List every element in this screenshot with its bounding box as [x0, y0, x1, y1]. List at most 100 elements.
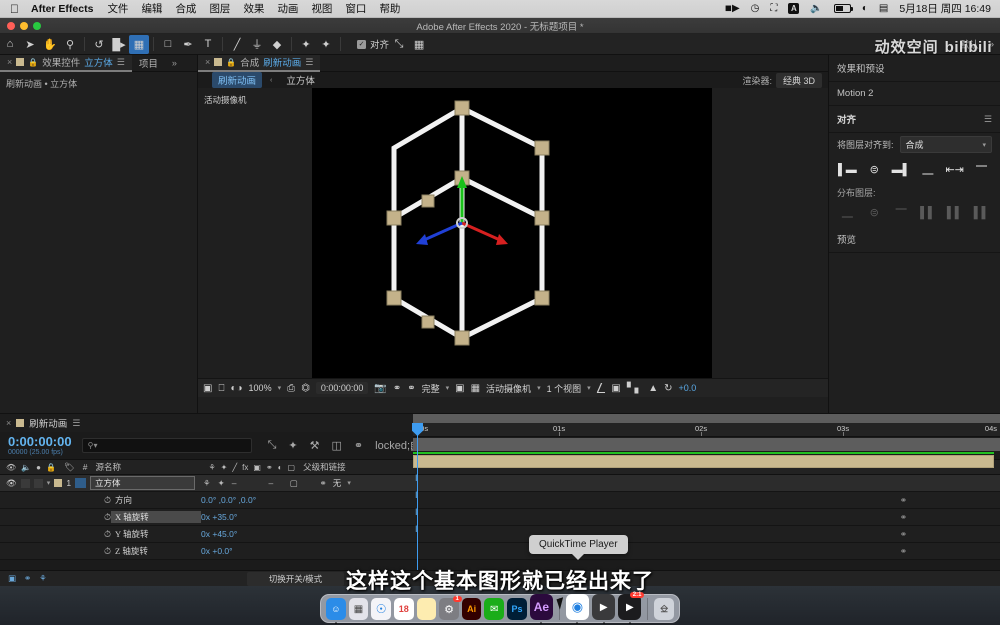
wifi-icon[interactable]: ◐ — [862, 3, 868, 14]
screen-record-icon[interactable]: ◾▶ — [725, 3, 740, 14]
rotation-tool-icon[interactable]: ↺ — [89, 35, 109, 54]
always-preview-icon[interactable]: ▣ — [203, 383, 212, 394]
dock-item-calendar[interactable]: 18 — [393, 598, 414, 620]
timeline-current-time[interactable]: 0:00:00:00 — [0, 435, 72, 448]
dock-item-trash[interactable]: ⎒ — [654, 598, 674, 620]
zoom-level-value[interactable]: 100% — [249, 383, 272, 393]
dock-item-quicktime-player[interactable]: ▶ — [592, 594, 616, 624]
fx-icon[interactable]: fx — [242, 463, 248, 472]
audio-icon[interactable]: 🔈 — [21, 463, 31, 472]
roto-brush-tool-icon[interactable]: ✦ — [296, 35, 316, 54]
panel-menu-icon[interactable]: ☰ — [984, 114, 992, 125]
chevron-down-icon-parent[interactable]: ▾ — [347, 479, 351, 487]
menu-item-composition[interactable]: 合成 — [175, 1, 196, 16]
hand-tool-icon[interactable]: ✋ — [40, 35, 60, 54]
menu-item-file[interactable]: 文件 — [107, 1, 128, 16]
close-icon[interactable]: × — [6, 418, 11, 428]
zoom-tool-icon[interactable]: ⚲ — [60, 35, 80, 54]
align-bottom-icon[interactable]: ⎻ — [969, 161, 994, 178]
property-value[interactable]: 0x +45.0° — [201, 529, 237, 539]
align-to-dropdown[interactable]: 合成 ▾ — [899, 136, 992, 153]
stopwatch-icon[interactable]: ⏱ — [104, 512, 111, 523]
shape-tool-icon[interactable]: □ — [158, 35, 178, 54]
audio-toggle[interactable] — [20, 478, 30, 488]
distribute-top-icon[interactable]: ⎽ — [835, 204, 860, 221]
battery-icon[interactable] — [833, 4, 853, 13]
lock-icon[interactable]: 🔒 — [226, 58, 236, 67]
playhead-line[interactable] — [417, 423, 418, 570]
control-center-icon[interactable]: ▤ — [879, 3, 888, 14]
motion-blur-icon[interactable]: ⚭ — [266, 463, 273, 472]
menu-item-effect[interactable]: 效果 — [243, 1, 264, 16]
timeline-tab-label[interactable]: 刷新动画 — [29, 416, 67, 430]
frame-blend-switch[interactable]: – — [269, 478, 274, 488]
layer-label-swatch[interactable] — [54, 479, 63, 487]
camera-view-value[interactable]: 活动摄像机 — [486, 382, 531, 395]
selection-tool-icon[interactable]: ➤ — [20, 35, 40, 54]
adjustment-icon[interactable]: ◐ — [278, 463, 283, 472]
chevron-down-icon-4[interactable]: ▾ — [587, 384, 591, 392]
collapse-switch[interactable]: ✦ — [218, 478, 225, 489]
timeline-tracks[interactable]: 00s 01s 02s 03s 04s IIII — [412, 414, 1000, 586]
time-ruler[interactable]: 00s 01s 02s 03s 04s — [413, 423, 1000, 437]
lock-icon[interactable]: 🔒 — [28, 58, 38, 67]
home-icon[interactable]: ⌂ — [0, 35, 20, 54]
close-icon[interactable]: × — [7, 57, 12, 67]
tab-project[interactable]: 项目 — [132, 55, 165, 72]
menu-item-view[interactable]: 视图 — [311, 1, 332, 16]
type-tool-icon[interactable]: T — [198, 35, 218, 54]
frame-blend-icon[interactable]: ▣ — [253, 463, 261, 472]
views-value[interactable]: 1 个视图 — [547, 382, 582, 395]
chevron-down-icon-3[interactable]: ▾ — [537, 384, 541, 392]
snapping-toggle[interactable]: ✓ 对齐 — [357, 37, 389, 51]
hide-shy-layers-icon[interactable]: ⚒ — [310, 439, 320, 452]
channel-icon[interactable]: ⚭ — [407, 383, 415, 394]
apple-icon[interactable]:  — [10, 3, 19, 15]
workspace-switcher[interactable]: 默认 » — [960, 37, 1000, 52]
clock-icon[interactable]: ◷ — [751, 3, 760, 14]
reset-exposure-icon[interactable]: ↻ — [664, 383, 672, 394]
frame-blending-icon[interactable]: ◫ — [332, 439, 342, 452]
snapping-icon[interactable]: ⤡ — [389, 35, 409, 54]
dock-item-photoshop[interactable]: Ps — [507, 598, 527, 620]
viewer-current-time[interactable]: 0:00:00:00 — [315, 382, 369, 394]
camera-snapshot-icon[interactable]: 📷 — [374, 383, 386, 394]
eye-icon[interactable]: 👁 — [6, 478, 17, 489]
transparency-grid-icon[interactable]: ⏣ — [301, 383, 310, 394]
toggle-viewer-icon[interactable]: ⎕ — [218, 383, 224, 394]
stopwatch-icon[interactable]: ⏱ — [104, 495, 111, 506]
menu-item-layer[interactable]: 图层 — [209, 1, 230, 16]
solo-toggle[interactable] — [33, 478, 43, 488]
panel-preview[interactable]: 预览 — [829, 226, 1000, 253]
work-area-bar[interactable] — [413, 414, 1000, 423]
dock-item-launchpad[interactable]: ▦ — [348, 598, 369, 620]
dock-item-notes[interactable] — [416, 598, 437, 620]
composition-mini-flowchart-icon[interactable]: ⤡ — [268, 439, 277, 452]
dock-item-illustrator[interactable]: Ai — [461, 598, 482, 620]
left-panel-overflow[interactable]: » — [165, 55, 184, 72]
clone-stamp-tool-icon[interactable]: ⏚ — [247, 35, 267, 54]
timeline-icon[interactable]: ▦ — [471, 383, 480, 394]
dock-item-screen-recorder[interactable]: ▶ 2:1 — [618, 592, 645, 624]
eraser-tool-icon[interactable]: ◆ — [267, 35, 287, 54]
distribute-left-icon[interactable]: ▌▌ — [915, 204, 940, 221]
quality-icon[interactable]: ╱ — [232, 463, 237, 472]
grid-icon[interactable]: ▦ — [409, 35, 429, 54]
chevron-down-icon-2[interactable]: ▾ — [446, 384, 450, 392]
exposure-value[interactable]: +0.0 — [679, 383, 697, 393]
lock-icon[interactable]: 🔒 — [46, 463, 56, 472]
tab-effect-controls[interactable]: × 🔒 效果控件 立方体 ☰ — [0, 54, 132, 72]
motion-blur-icon[interactable]: ⚭ — [354, 439, 363, 452]
shy-switch[interactable]: ⚘ — [203, 478, 211, 489]
composition-viewer[interactable]: 活动摄像机 — [198, 88, 828, 378]
3d-renderer-icon[interactable]: ▲ — [648, 383, 658, 394]
workspace-default-label[interactable]: 默认 — [960, 37, 979, 51]
pen-tool-icon[interactable]: ✒ — [178, 35, 198, 54]
graph-icon[interactable]: ▘▖ — [627, 383, 642, 394]
layer-name-field[interactable]: 立方体 — [90, 476, 196, 490]
dock-item-chrome[interactable]: ◉ — [565, 594, 590, 624]
fast-preview-icon[interactable]: ▣ — [455, 383, 464, 394]
guides-icon[interactable]: ⎳ — [597, 383, 606, 394]
solo-icon[interactable]: ● — [36, 463, 41, 472]
draft-3d-icon[interactable]: ✦ — [288, 439, 297, 452]
